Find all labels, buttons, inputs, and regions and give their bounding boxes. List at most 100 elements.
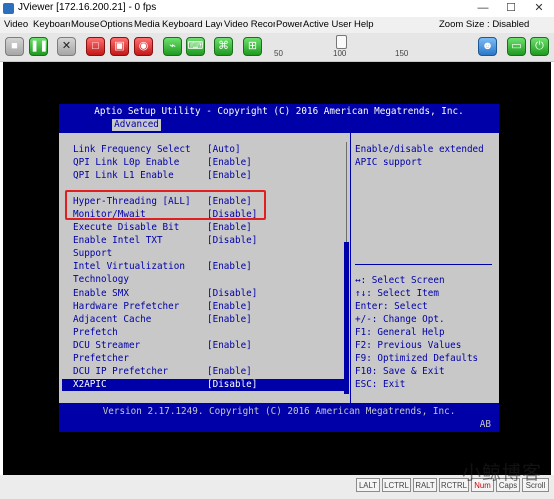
floppy-button[interactable]: ▣: [110, 37, 129, 56]
bios-header: Aptio Setup Utility - Copyright (C) 2016…: [59, 104, 499, 133]
stop-icon: ■: [11, 40, 18, 52]
setting-label[interactable]: Link Frequency Select: [73, 144, 191, 156]
key-help: F2: Previous Values: [355, 340, 462, 351]
mouse-icon: ⌁: [169, 40, 176, 52]
setting-value[interactable]: [Disable]: [207, 235, 257, 247]
hotkey-icon: ⌘: [218, 40, 229, 52]
cd-icon: ◉: [138, 40, 149, 52]
crosshair-icon: ✕: [61, 40, 72, 52]
setting-value[interactable]: [Enable]: [207, 157, 252, 169]
setting-label[interactable]: Enable Intel TXT: [73, 235, 163, 247]
setting-label[interactable]: DCU Streamer: [73, 340, 140, 352]
panel-divider: [350, 133, 351, 403]
scrollbar[interactable]: [344, 142, 349, 394]
setting-label: Support: [73, 248, 113, 259]
setting-label: Prefetcher: [73, 353, 129, 364]
key-help: ↑↓: Select Item: [355, 288, 439, 299]
setting-label[interactable]: DCU IP Prefetcher: [73, 366, 168, 378]
setting-value[interactable]: [Enable]: [207, 301, 252, 313]
keyboard-icon: ⌨: [187, 40, 204, 52]
cd-button[interactable]: ◉: [134, 37, 153, 56]
menu-video[interactable]: Video: [4, 19, 33, 30]
menu-keyboard[interactable]: Keyboard: [33, 19, 70, 30]
key-help: F9: Optimized Defaults: [355, 353, 479, 364]
hotkey-button[interactable]: ⌘: [214, 37, 233, 56]
menu-video-record[interactable]: Video Recor: [224, 19, 275, 30]
keyboard-button[interactable]: ⌨: [186, 37, 205, 56]
bios-version: Version 2.17.1249. Copyright (C) 2016 Am…: [102, 406, 456, 417]
power-button[interactable]: ⏻: [530, 37, 549, 56]
key-help: F1: General Help: [355, 327, 445, 338]
minimize-button[interactable]: —: [469, 0, 497, 17]
fullscreen-button[interactable]: ✕: [57, 37, 76, 56]
setting-value[interactable]: [Auto]: [207, 144, 241, 156]
setting-value[interactable]: [Enable]: [207, 170, 252, 182]
pause-icon: ❚❚: [30, 40, 49, 52]
menu-help[interactable]: Help: [354, 19, 376, 30]
monitor-icon: ▭: [511, 40, 522, 52]
help-text: Enable/disable extended: [355, 144, 484, 155]
close-button[interactable]: ✕: [525, 0, 553, 17]
setting-value-x2apic[interactable]: [Disable]: [207, 379, 257, 391]
monitor-button[interactable]: ▭: [507, 37, 526, 56]
key-help: F10: Save & Exit: [355, 366, 445, 377]
help-divider: [355, 264, 492, 265]
key-lalt[interactable]: LALT: [356, 478, 380, 492]
menu-keyboard-layout[interactable]: Keyboard Layo: [162, 19, 222, 30]
menu-bar: Video Keyboard Mouse Options Media Keybo…: [0, 17, 554, 33]
setting-label[interactable]: Hardware Prefetcher: [73, 301, 179, 313]
menu-mouse[interactable]: Mouse: [71, 19, 99, 30]
setting-value[interactable]: [Enable]: [207, 222, 252, 234]
record-button[interactable]: □: [86, 37, 105, 56]
setting-value[interactable]: [Enable]: [207, 314, 252, 326]
post-code: AB: [479, 419, 491, 430]
setting-label[interactable]: Execute Disable Bit: [73, 222, 179, 234]
scrollbar-thumb[interactable]: [344, 242, 349, 394]
key-help: ↔: Select Screen: [355, 275, 445, 286]
bios-title: Aptio Setup Utility - Copyright (C) 2016…: [94, 106, 464, 117]
toolbar: ■ ❚❚ ✕ □ ▣ ◉ ⌁ ⌨ ⌘ ⊞ 50 100 150 ☻ ▭ ⏻: [0, 33, 554, 79]
tab-advanced[interactable]: Advanced: [112, 119, 161, 131]
mouse-sync-button[interactable]: ⌁: [163, 37, 182, 56]
watermark: 小鲸博客: [462, 462, 543, 484]
bios-footer: Version 2.17.1249. Copyright (C) 2016 Am…: [59, 403, 499, 432]
slider-label-100: 100: [333, 49, 347, 58]
setting-label[interactable]: Enable SMX: [73, 288, 129, 300]
window-title: JViewer [172.16.200.21] - 0 fps: [18, 2, 157, 13]
zoom-size-label: Zoom Size : Disabled: [439, 19, 530, 30]
grid-icon: ⊞: [247, 40, 258, 52]
help-text: APIC support: [355, 157, 423, 168]
setting-label[interactable]: Adjacent Cache: [73, 314, 151, 326]
user-icon: ☻: [481, 40, 494, 52]
setting-value[interactable]: [Enable]: [207, 261, 252, 273]
bios-setup-window: Aptio Setup Utility - Copyright (C) 2016…: [59, 104, 499, 432]
menu-media[interactable]: Media: [134, 19, 161, 30]
zoom-slider-thumb[interactable]: [336, 35, 347, 49]
active-user-button[interactable]: ☻: [478, 37, 497, 56]
record-icon: □: [92, 40, 99, 52]
key-help: +/-: Change Opt.: [355, 314, 445, 325]
video-settings-button[interactable]: ⊞: [243, 37, 262, 56]
setting-value[interactable]: [Disable]: [207, 288, 257, 300]
setting-label[interactable]: Intel Virtualization: [73, 261, 185, 273]
menu-power[interactable]: Power: [276, 19, 302, 30]
key-ralt[interactable]: RALT: [413, 478, 437, 492]
setting-label[interactable]: QPI Link L1 Enable: [73, 170, 174, 182]
pause-button[interactable]: ❚❚: [29, 37, 48, 56]
title-bar: JViewer [172.16.200.21] - 0 fps — ☐ ✕: [0, 0, 554, 17]
setting-value[interactable]: [Enable]: [207, 366, 252, 378]
setting-label[interactable]: QPI Link L0p Enable: [73, 157, 179, 169]
power-icon: ⏻: [535, 40, 544, 52]
setting-label: Technology: [73, 274, 129, 285]
menu-options[interactable]: Options: [100, 19, 133, 30]
setting-label: Prefetch: [73, 327, 118, 338]
setting-value[interactable]: [Enable]: [207, 340, 252, 352]
key-lctrl[interactable]: LCTRL: [382, 478, 411, 492]
stop-button[interactable]: ■: [5, 37, 24, 56]
app-icon: [3, 3, 14, 14]
setting-label-x2apic[interactable]: X2APIC: [73, 379, 107, 391]
slider-label-50: 50: [274, 49, 283, 58]
menu-active-user[interactable]: Active User: [303, 19, 353, 30]
maximize-button[interactable]: ☐: [497, 0, 525, 17]
highlight-box: [65, 190, 266, 220]
